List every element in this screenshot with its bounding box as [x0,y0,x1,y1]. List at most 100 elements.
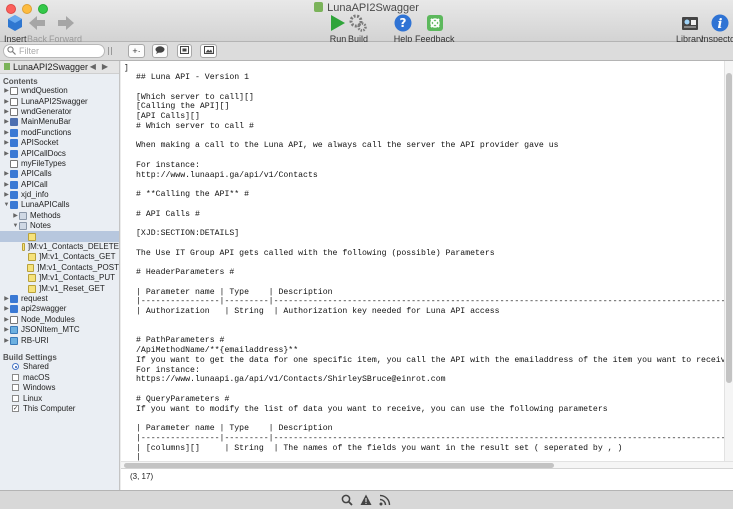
disclosure-closed-icon[interactable]: ▶ [3,180,10,190]
project-navigator: LunaAPI2Swagger ◀▶ Contents ▶ wndQuestion… [0,61,120,490]
sidebar-item[interactable]: ▶ APISocket [0,138,119,148]
disclosure-open-icon[interactable]: ▼ [12,221,19,231]
window-view-button[interactable] [177,44,192,58]
horizontal-scrollbar[interactable] [121,461,733,468]
filter-input[interactable]: Filter [3,44,105,58]
sidebar-item[interactable]: ▶ wndGenerator [0,107,119,117]
search-icon[interactable] [341,494,353,509]
disclosure-open-icon[interactable]: ▼ [3,200,10,210]
sidebar-item[interactable]: ▶ xjd_info [0,190,119,200]
sidebar-item[interactable]: ]M:v1_Contacts_POST [0,263,119,273]
filetype-icon [10,159,18,168]
sidebar-item[interactable]: ▶ request [0,294,119,304]
build-setting-item[interactable]: macOS [0,372,119,382]
build-setting-item[interactable]: ✓ This Computer [0,403,119,413]
disclosure-closed-icon[interactable]: ▶ [3,149,10,159]
run-button[interactable]: Run [328,13,348,44]
vertical-scroll-thumb[interactable] [726,73,732,383]
disclosure-closed-icon[interactable]: ▶ [3,86,10,96]
checkbox-unchecked-icon[interactable] [12,384,19,392]
disclosure-closed-icon[interactable]: ▶ [3,325,10,335]
code-line: [XJD:SECTION:DETAILS] [136,229,240,238]
sidebar-item[interactable]: ▶ APICallDocs [0,148,119,158]
sidebar-item[interactable]: ▶ modFunctions [0,128,119,138]
sidebar-item-label: api2swagger [21,304,67,314]
insert-button[interactable]: Insert [4,13,27,44]
disclosure-closed-icon[interactable]: ▶ [3,336,10,346]
disclosure-closed-icon[interactable]: ▶ [12,211,19,221]
sidebar-item[interactable]: ]M:v1_Contacts_DELETE [0,242,119,252]
build-button[interactable]: Build [348,13,368,44]
code-line: When making a call to the Luna API, we a… [136,141,559,151]
navigator-project-name[interactable]: LunaAPI2Swagger [13,62,88,72]
notes-text[interactable]: ## Luna API - Version 1 [Which server to … [136,73,724,463]
build-setting-item[interactable]: Windows [0,383,119,393]
disclosure-closed-icon[interactable]: ▶ [3,138,10,148]
secondary-toolbar: Filter +· [0,42,733,61]
sidebar-item[interactable]: ]M:v1_Contacts_GET [0,252,119,262]
filter-placeholder: Filter [19,46,39,56]
sidebar-item[interactable]: ▶ api2swagger [0,304,119,314]
build-setting-item[interactable]: Linux [0,393,119,403]
folder-icon [19,222,27,231]
sidebar-item-label: APICall [21,179,48,189]
sidebar-item-label: request [21,294,48,303]
comment-button[interactable] [152,44,168,58]
forward-button[interactable]: Forward [49,13,82,44]
sidebar-item[interactable]: ▶ RB-URI [0,335,119,345]
library-button[interactable]: Library [676,13,704,44]
disclosure-closed-icon[interactable]: ▶ [3,128,10,138]
globe-icon [10,305,18,314]
disclosure-closed-icon[interactable]: ▶ [3,97,10,107]
sidebar-item[interactable]: myFileTypes [0,159,119,169]
sidebar-item[interactable]: ▼ LunaAPICalls [0,200,119,210]
inspector-button[interactable]: i Inspector [701,13,733,44]
warning-icon[interactable] [360,494,372,509]
disclosure-closed-icon[interactable]: ▶ [3,294,10,304]
feed-icon[interactable] [379,494,391,509]
code-line: | Parameter name | Type | Description [136,287,333,297]
disclosure-closed-icon[interactable]: ▶ [3,117,10,127]
sidebar-item[interactable]: ▶ Node_Modules [0,315,119,325]
navigator-header: LunaAPI2Swagger ◀▶ [0,61,119,74]
sidebar-item[interactable]: ▶ APICalls [0,169,119,179]
build-setting-item[interactable]: Shared [0,362,119,372]
navigator-history-arrows[interactable]: ◀▶ [90,61,114,73]
radio-selected-icon[interactable] [12,363,19,371]
checkbox-checked-icon[interactable]: ✓ [12,405,19,413]
sidebar-item[interactable]: ▶ JSONItem_MTC [0,325,119,335]
build-setting-label: Linux [23,393,43,403]
disclosure-closed-icon[interactable]: ▶ [3,304,10,314]
sidebar-item[interactable]: ▶ Methods [0,211,119,221]
sidebar-item-label: Methods [30,210,61,220]
sidebar-item[interactable]: ▼ Notes [0,221,119,231]
disclosure-closed-icon[interactable]: ▶ [3,190,10,200]
disclosure-closed-icon[interactable]: ▶ [3,107,10,117]
build-setting-label: Shared [23,362,49,372]
window-toolbar: LunaAPI2Swagger Insert Back Forward Run … [0,0,733,44]
bottom-bar [0,490,733,509]
feedback-button[interactable]: Feedback [415,13,455,44]
disclosure-closed-icon[interactable]: ▶ [3,315,10,325]
checkbox-unchecked-icon[interactable] [12,373,19,381]
filter-options-icon[interactable] [108,47,112,55]
sidebar-item[interactable]: ▶ LunaAPI2Swagger [0,96,119,106]
sidebar-item[interactable]: ▶ APICall [0,180,119,190]
note-icon [28,253,36,262]
checkbox-unchecked-icon[interactable] [12,394,19,402]
vertical-scrollbar[interactable] [724,61,733,461]
sidebar-item[interactable] [0,231,119,242]
code-editor[interactable]: ] ## Luna API - Version 1 [Which server t… [121,61,733,463]
back-button[interactable]: Back [27,13,47,44]
add-item-button[interactable]: +· [128,44,145,58]
folder-icon [19,211,27,220]
sidebar-item[interactable]: ▶ wndQuestion [0,86,119,96]
sidebar-item[interactable]: ]M:v1_Reset_GET [0,283,119,293]
note-icon [28,274,36,283]
window-icon [10,315,18,324]
help-button[interactable]: ? Help [393,13,413,44]
disclosure-closed-icon[interactable]: ▶ [3,169,10,179]
sidebar-item[interactable]: ]M:v1_Contacts_PUT [0,273,119,283]
sidebar-item[interactable]: ▶ MainMenuBar [0,117,119,127]
image-view-button[interactable] [200,44,217,58]
